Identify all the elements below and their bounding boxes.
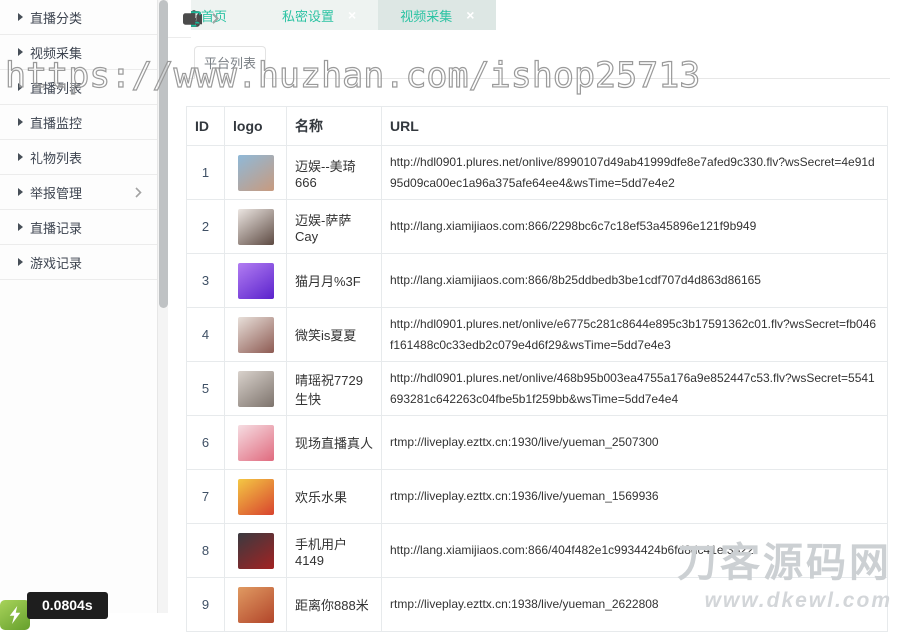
row-id: 8 — [187, 524, 225, 578]
caret-right-icon — [18, 118, 23, 126]
sidebar-subitem-label: 直播记录 — [30, 218, 145, 237]
logo-image — [238, 317, 274, 353]
main-area: 首页 私密设置 × 视频采集 × 平台列表 ID logo 名称 URL 1 迈 — [168, 0, 900, 613]
row-name: 迈娱--美琦666 — [287, 146, 382, 200]
column-header-url: URL — [382, 107, 888, 146]
table-row[interactable]: 2 迈娱-萨萨Cay http://lang.xiamijiaos.com:86… — [187, 200, 888, 254]
tab-bar: 首页 私密设置 × 视频采集 × — [168, 0, 900, 30]
row-name: 晴瑶祝7729生快 — [287, 362, 382, 416]
chevron-right-icon — [135, 187, 142, 198]
sidebar-scrollbar[interactable] — [157, 0, 168, 613]
sidebar-subitem-label: 直播监控 — [30, 113, 145, 132]
row-name: 欢乐水果 — [287, 470, 382, 524]
sidebar-subitem-13[interactable]: 举报管理 — [0, 175, 157, 210]
tab-1[interactable]: 私密设置 × — [260, 0, 378, 30]
sidebar-subitem-8[interactable]: 直播分类 — [0, 0, 157, 35]
row-id: 4 — [187, 308, 225, 362]
column-header-id: ID — [187, 107, 225, 146]
table-row[interactable]: 8 手机用户4149 http://lang.xiamijiaos.com:86… — [187, 524, 888, 578]
sidebar-subitem-15[interactable]: 游戏记录 — [0, 245, 157, 280]
table-row[interactable]: 3 猫月月%3F http://lang.xiamijiaos.com:866/… — [187, 254, 888, 308]
row-id: 7 — [187, 470, 225, 524]
close-icon[interactable]: × — [466, 8, 474, 22]
row-name: 迈娱-萨萨Cay — [287, 200, 382, 254]
chevron-right-icon — [212, 13, 219, 24]
trace-time-label: 0.0804s — [27, 592, 108, 619]
caret-right-icon — [18, 153, 23, 161]
sidebar-subitem-label: 游戏记录 — [30, 253, 145, 272]
caret-right-icon — [18, 48, 23, 56]
row-id: 1 — [187, 146, 225, 200]
column-header-logo: logo — [225, 107, 287, 146]
row-url: http://lang.xiamijiaos.com:866/2298bc6c7… — [382, 200, 888, 254]
row-id: 5 — [187, 362, 225, 416]
row-name: 微笑is夏夏 — [287, 308, 382, 362]
tabs-divider — [186, 78, 890, 79]
logo-image — [238, 533, 274, 569]
row-name: 现场直播真人 — [287, 416, 382, 470]
row-name: 手机用户4149 — [287, 524, 382, 578]
table-row[interactable]: 4 微笑is夏夏 http://hdl0901.plures.net/onliv… — [187, 308, 888, 362]
trace-badge[interactable]: 0.0804s — [0, 592, 108, 630]
logo-image — [238, 155, 274, 191]
caret-right-icon — [18, 13, 23, 21]
row-url: http://lang.xiamijiaos.com:866/8b25ddbed… — [382, 254, 888, 308]
thinkphp-trace-icon[interactable] — [0, 600, 30, 630]
sidebar-subitem-11[interactable]: 直播监控 — [0, 105, 157, 140]
sidebar-subitem-label: 举报管理 — [30, 183, 135, 202]
tab-platform-list[interactable]: 平台列表 — [194, 46, 266, 79]
table-row[interactable]: 6 现场直播真人 rtmp://liveplay.ezttx.cn:1930/l… — [187, 416, 888, 470]
table-header-row: ID logo 名称 URL — [187, 107, 888, 146]
panel-tabs: 平台列表 — [186, 46, 890, 79]
row-url: rtmp://liveplay.ezttx.cn:1930/live/yuema… — [382, 416, 888, 470]
sidebar-item-16[interactable]: 视频管理 — [168, 0, 191, 38]
sidebar-subitem-10[interactable]: 直播列表 — [0, 70, 157, 105]
row-id: 6 — [187, 416, 225, 470]
close-icon[interactable]: × — [348, 8, 356, 22]
caret-right-icon — [18, 223, 23, 231]
row-url: rtmp://liveplay.ezttx.cn:1938/live/yuema… — [382, 578, 888, 632]
tab-2[interactable]: 视频采集 × — [378, 0, 496, 30]
row-id: 9 — [187, 578, 225, 632]
logo-image — [238, 425, 274, 461]
logo-image — [238, 209, 274, 245]
row-url: rtmp://liveplay.ezttx.cn:1936/live/yuema… — [382, 470, 888, 524]
caret-right-icon — [18, 83, 23, 91]
row-url: http://hdl0901.plures.net/onlive/468b95b… — [382, 362, 888, 416]
row-name: 距离你888米 — [287, 578, 382, 632]
column-header-name: 名称 — [287, 107, 382, 146]
logo-image — [238, 479, 274, 515]
sidebar-subitem-14[interactable]: 直播记录 — [0, 210, 157, 245]
sidebar: 网站概况 轮播图管理 H5管理 系统设置 用户管理 主播管理 代理管理 直播管理… — [0, 0, 157, 613]
row-url: http://hdl0901.plures.net/onlive/8990107… — [382, 146, 888, 200]
row-id: 2 — [187, 200, 225, 254]
table-row[interactable]: 5 晴瑶祝7729生快 http://hdl0901.plures.net/on… — [187, 362, 888, 416]
content-panel: 平台列表 ID logo 名称 URL 1 迈娱--美琦666 http://h… — [168, 30, 900, 632]
sidebar-subitem-label: 礼物列表 — [30, 148, 145, 167]
row-url: http://lang.xiamijiaos.com:866/404f482e1… — [382, 524, 888, 578]
table-row[interactable]: 9 距离你888米 rtmp://liveplay.ezttx.cn:1938/… — [187, 578, 888, 632]
logo-image — [238, 587, 274, 623]
tab-label: 视频采集 — [400, 6, 452, 25]
sidebar-subitem-label: 视频采集 — [30, 43, 145, 62]
sidebar-subitem-9[interactable]: 视频采集 — [0, 35, 157, 70]
sidebar-subitem-label: 直播分类 — [30, 8, 145, 27]
row-url: http://hdl0901.plures.net/onlive/e6775c2… — [382, 308, 888, 362]
sidebar-subitem-label: 直播列表 — [30, 78, 145, 97]
logo-image — [238, 371, 274, 407]
tab-label: 私密设置 — [282, 6, 334, 25]
logo-image — [238, 263, 274, 299]
sidebar-scrollbar-thumb[interactable] — [159, 0, 168, 308]
row-name: 猫月月%3F — [287, 254, 382, 308]
row-id: 3 — [187, 254, 225, 308]
table-row[interactable]: 1 迈娱--美琦666 http://hdl0901.plures.net/on… — [187, 146, 888, 200]
video-icon — [181, 12, 203, 26]
table-row[interactable]: 7 欢乐水果 rtmp://liveplay.ezttx.cn:1936/liv… — [187, 470, 888, 524]
caret-right-icon — [18, 188, 23, 196]
caret-right-icon — [18, 258, 23, 266]
platform-table: ID logo 名称 URL 1 迈娱--美琦666 http://hdl090… — [186, 106, 888, 632]
sidebar-subitem-12[interactable]: 礼物列表 — [0, 140, 157, 175]
